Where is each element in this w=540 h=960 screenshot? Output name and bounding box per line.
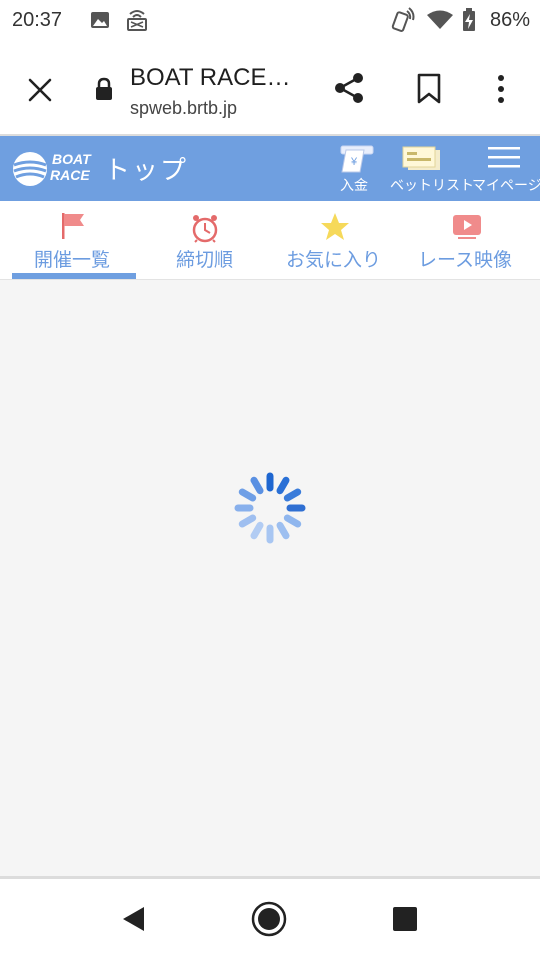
tab-deadline[interactable]: 締切順: [146, 201, 264, 279]
page-title: BOAT RACE…: [130, 64, 291, 91]
tab-deadline-label: 締切順: [176, 250, 234, 271]
bet-list-label: ベットリスト: [390, 177, 474, 193]
bet-list-icon: [402, 146, 440, 170]
tab-bar: 開催一覧 締切順 お気に入り レース映像: [0, 201, 540, 280]
loading-spinner-icon: [234, 472, 306, 544]
boat-race-logo-icon: [13, 152, 47, 186]
share-icon[interactable]: [332, 70, 366, 106]
status-bar: 20:37 86%: [0, 0, 540, 40]
my-page-button[interactable]: マイページ: [470, 136, 540, 201]
active-tab-indicator: [12, 273, 136, 279]
more-options-icon[interactable]: [494, 74, 508, 104]
close-icon[interactable]: [27, 77, 53, 103]
bet-list-button[interactable]: ベットリスト: [388, 136, 474, 201]
alarm-clock-icon: [192, 215, 218, 243]
app-header: BOAT RACE トップ ¥ 入金 ベットリスト マイページ: [0, 136, 540, 201]
browser-toolbar: BOAT RACE… spweb.brtb.jp: [0, 40, 540, 135]
logo-text-race: RACE: [50, 167, 90, 183]
logo-text-boat: BOAT: [52, 151, 91, 167]
wifi-icon: [427, 10, 453, 29]
bookmark-icon[interactable]: [416, 73, 442, 105]
deposit-label: 入金: [340, 177, 368, 193]
menu-icon: [488, 147, 520, 168]
tab-schedule[interactable]: 開催一覧: [12, 201, 136, 279]
home-icon[interactable]: [250, 900, 288, 938]
nfc-phone-icon: [391, 7, 415, 32]
tab-race-video[interactable]: レース映像: [410, 201, 528, 279]
system-navigation-bar: [0, 879, 540, 960]
page-url: spweb.brtb.jp: [130, 98, 238, 118]
tab-favorites[interactable]: お気に入り: [276, 201, 394, 279]
recent-apps-icon[interactable]: [392, 906, 418, 932]
star-icon: [321, 213, 349, 240]
video-play-icon: [453, 215, 481, 239]
battery-icon: [463, 8, 475, 31]
header-title: トップ: [104, 155, 189, 185]
my-page-label: マイページ: [472, 177, 540, 193]
deposit-icon: ¥: [340, 145, 374, 173]
cast-icon: [127, 10, 147, 31]
lock-icon: [96, 77, 112, 100]
tab-race-video-label: レース映像: [418, 250, 513, 271]
boat-race-logo[interactable]: BOAT RACE: [12, 149, 92, 189]
deposit-button[interactable]: ¥ 入金: [334, 136, 378, 201]
flag-icon: [62, 213, 84, 239]
back-icon[interactable]: [120, 905, 148, 933]
content-area: [0, 280, 540, 876]
tab-schedule-label: 開催一覧: [34, 250, 111, 271]
svg-text:¥: ¥: [350, 156, 358, 168]
status-time: 20:37: [12, 9, 63, 31]
battery-percentage: 86%: [489, 9, 530, 31]
image-icon: [91, 12, 109, 28]
tab-favorites-label: お気に入り: [286, 250, 382, 271]
